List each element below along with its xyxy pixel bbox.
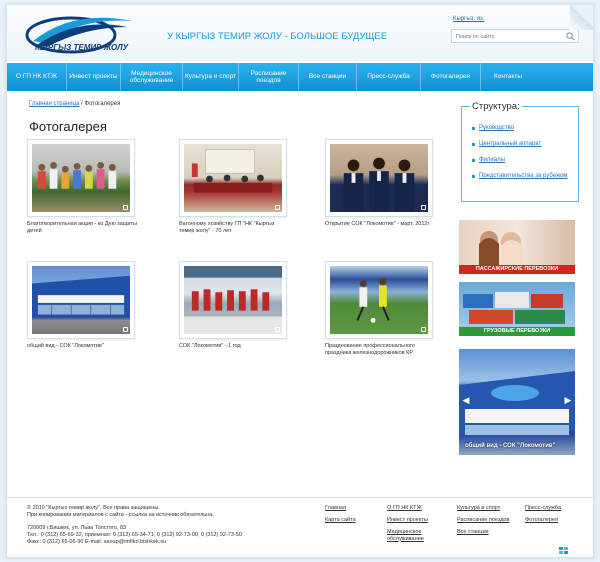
gallery-caption[interactable]: СОК "Локомотив" - 1 год: [179, 343, 291, 350]
structure-list: Руководство Центральный аппарат Филиалы …: [472, 125, 576, 189]
zoom-icon: [421, 205, 426, 210]
gallery-photo: [32, 266, 130, 334]
cargo-transport-banner[interactable]: ГРУЗОВЫЕ ПЕРЕВОЗКИ: [459, 282, 575, 336]
gallery-photo: [330, 144, 428, 212]
slider-caption: общий вид - СОК "Локомотив": [465, 443, 556, 449]
main-nav: О ГП НК КТЖ Инвест проекты Медицинское о…: [7, 63, 593, 91]
nav-item-schedule[interactable]: Расписание поездов: [239, 63, 299, 91]
gallery-thumbnail[interactable]: [27, 139, 135, 217]
football-match-illustration: [356, 278, 390, 323]
slider-prev-icon[interactable]: ◀: [461, 394, 471, 406]
structure-box: Структура: Руководство Центральный аппар…: [461, 101, 579, 202]
gallery-item[interactable]: Вагонному хозяйству ГП "НК "Кыргыз темир…: [179, 139, 299, 235]
footer-address: 720009 г.Бишкек, ул. Льва Толстого, 83: [27, 525, 127, 531]
gallery-photo: [184, 266, 282, 334]
banner-label: ПАССАЖИРСКИЕ ПЕРЕВОЗКИ: [459, 265, 575, 274]
zoom-icon: [275, 205, 280, 210]
nav-item-gallery[interactable]: Фотогалерея: [421, 63, 481, 91]
footer-link-medical[interactable]: Медицинское обслуживание: [387, 529, 435, 542]
gallery-item[interactable]: общий вид - СОК "Локомотив": [27, 261, 147, 350]
gallery-thumbnail[interactable]: [325, 261, 433, 339]
zoom-icon: [275, 327, 280, 332]
nav-item-medical[interactable]: Медицинское обслуживание: [121, 63, 183, 91]
gallery-photo: [184, 144, 282, 212]
nav-item-about[interactable]: О ГП НК КТЖ: [7, 63, 67, 91]
gallery-caption[interactable]: Открытие СОК "Локомотив" - март, 2012г: [325, 221, 437, 228]
search-box: [451, 29, 579, 43]
footer-link-culture[interactable]: Культура и спорт: [457, 505, 500, 512]
structure-item-central-office[interactable]: Центральный аппарат: [472, 141, 576, 148]
hockey-team-illustration: [184, 266, 282, 334]
search-icon[interactable]: [566, 32, 575, 41]
slogan: У КЫРГЫЗ ТЕМИР ЖОЛУ - БОЛЬШОЕ БУДУЩЕЕ: [167, 31, 388, 42]
banner-label: ГРУЗОВЫЕ ПЕРЕВОЗКИ: [459, 327, 575, 336]
page-title: Фотогалерея: [29, 119, 107, 134]
gallery-photo: [32, 144, 130, 212]
photo-slider[interactable]: ◀ ▶ общий вид - СОК "Локомотив": [459, 349, 575, 455]
footer-link-sitemap[interactable]: Карта сайта: [325, 517, 356, 524]
ceremony-illustration: [191, 149, 273, 193]
structure-item-management[interactable]: Руководство: [472, 125, 576, 132]
footer-fax: Факс: 0 (312) 65-06-90 E-mail: asoup@imf…: [27, 539, 167, 545]
search-input[interactable]: [456, 31, 562, 42]
gallery-caption[interactable]: Празднование профессионального праздника…: [325, 343, 437, 357]
gallery-caption[interactable]: Благотворительная акция - ко Дню защиты …: [27, 221, 139, 235]
gallery-caption[interactable]: Вагонному хозяйству ГП "НК "Кыргыз темир…: [179, 221, 291, 235]
gallery-item[interactable]: Открытие СОК "Локомотив" - март, 2012г: [325, 139, 445, 228]
language-link[interactable]: Кыргыз. яз.: [453, 16, 484, 22]
zoom-icon: [421, 327, 426, 332]
gallery-thumbnail[interactable]: [325, 139, 433, 217]
breadcrumb: Главная страница / Фотогалерея: [29, 101, 120, 107]
footer-link-schedule[interactable]: Расписание поездов: [457, 517, 509, 524]
footer-info: © 2010 "Кыргыз темир жолу". Все права за…: [27, 505, 317, 546]
footer-divider: [7, 497, 593, 498]
logo-text: КЫРГЫЗ ТЕМИР ЖОЛУ: [35, 43, 129, 52]
footer-phones: Тел.: 0 (312) 65-69-32, приемная: 0 (312…: [27, 532, 242, 538]
page: КЫРГЫЗ ТЕМИР ЖОЛУ У КЫРГЫЗ ТЕМИР ЖОЛУ - …: [6, 4, 594, 558]
structure-title: Структура:: [470, 101, 522, 112]
gallery-thumbnail[interactable]: [27, 261, 135, 339]
gallery-thumbnail[interactable]: [179, 261, 287, 339]
nav-item-culture[interactable]: Культура и спорт: [183, 63, 239, 91]
nav-item-press[interactable]: Пресс-служба: [357, 63, 421, 91]
footer-link-press[interactable]: Пресс-служба: [525, 505, 561, 512]
slider-image: [459, 371, 575, 435]
footer-link-invest[interactable]: Инвест проекты: [387, 517, 428, 524]
page-curl-decoration: [570, 5, 593, 30]
gallery-caption[interactable]: общий вид - СОК "Локомотив": [27, 343, 139, 350]
slider-next-icon[interactable]: ▶: [563, 394, 573, 406]
zoom-icon: [123, 327, 128, 332]
gallery-photo: [330, 266, 428, 334]
footer-copy-note: При копировании материалов с сайта - ссы…: [27, 512, 214, 518]
breadcrumb-current: Фотогалерея: [84, 101, 121, 107]
gallery-item[interactable]: Благотворительная акция - ко Дню защиты …: [27, 139, 147, 235]
footer-link-stations[interactable]: Все станции: [457, 529, 489, 536]
nav-item-stations[interactable]: Все станции: [299, 63, 357, 91]
stadium-building-illustration: [32, 275, 130, 317]
nav-item-invest[interactable]: Инвест проекты: [67, 63, 121, 91]
structure-item-branches[interactable]: Филиалы: [472, 157, 576, 164]
breadcrumb-separator: /: [81, 101, 83, 107]
gallery-item[interactable]: Празднование профессионального праздника…: [325, 261, 445, 357]
header: КЫРГЫЗ ТЕМИР ЖОЛУ У КЫРГЫЗ ТЕМИР ЖОЛУ - …: [7, 5, 593, 61]
nav-item-contacts[interactable]: Контакты: [481, 63, 535, 91]
gallery-thumbnail[interactable]: [179, 139, 287, 217]
passenger-transport-banner[interactable]: ПАССАЖИРСКИЕ ПЕРЕВОЗКИ: [459, 220, 575, 274]
footer-link-about[interactable]: О ГП НК КТЖ: [387, 505, 422, 512]
developer-logo-icon[interactable]: [559, 547, 569, 555]
children-group-illustration: [37, 161, 117, 189]
gallery-item[interactable]: СОК "Локомотив" - 1 год: [179, 261, 299, 350]
footer-link-gallery[interactable]: Фотогалерея: [525, 517, 558, 524]
footer-copyright: © 2010 "Кыргыз темир жолу". Все права за…: [27, 505, 160, 511]
staff-illustration: [343, 157, 415, 212]
zoom-icon: [123, 205, 128, 210]
footer-link-home[interactable]: Главная: [325, 505, 346, 512]
breadcrumb-home[interactable]: Главная страница: [29, 101, 79, 107]
structure-item-representations[interactable]: Представительства за рубежом: [472, 173, 576, 180]
